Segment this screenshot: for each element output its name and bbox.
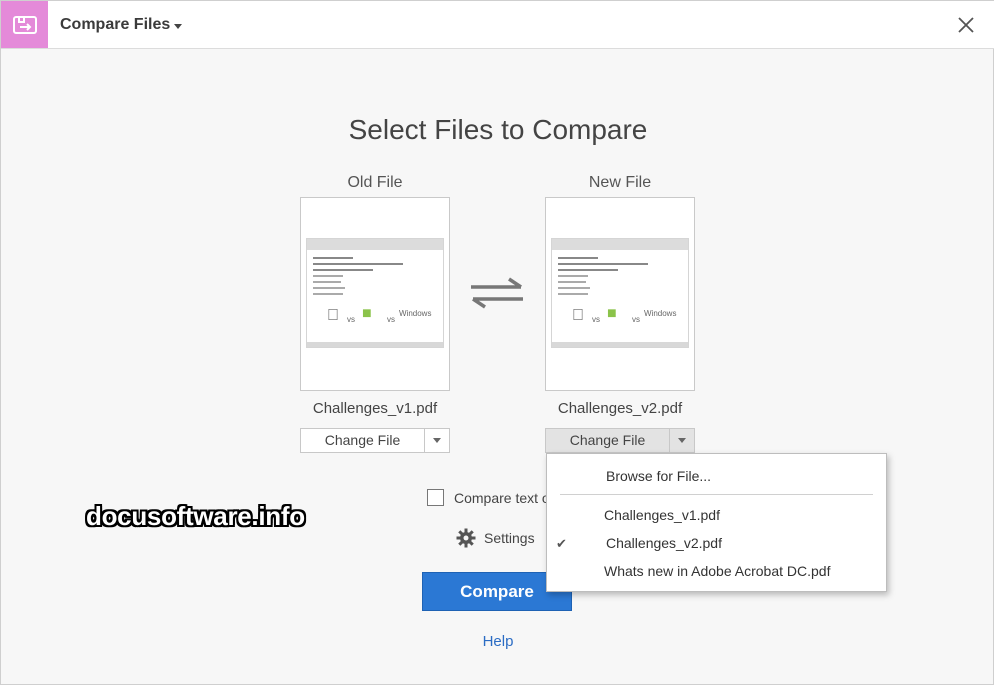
chevron-down-icon [174, 23, 183, 29]
menu-item-file[interactable]: Whats new in Adobe Acrobat DC.pdf [604, 563, 830, 579]
old-file-thumbnail[interactable]:  vs ■ vs Windows [300, 197, 450, 391]
gear-icon [456, 528, 476, 548]
settings-button[interactable]: Settings [456, 528, 535, 548]
title-dropdown[interactable]: Compare Files [60, 16, 183, 34]
old-file-label: Old File [347, 174, 403, 191]
titlebar: Compare Files [1, 1, 994, 49]
change-file-label: Change File [324, 432, 401, 448]
new-file-label: New File [588, 174, 652, 191]
swap-arrows-icon[interactable] [469, 277, 525, 314]
compare-text-checkbox[interactable] [427, 489, 444, 506]
change-file-label: Change File [569, 432, 646, 448]
compare-icon [1, 1, 48, 48]
slide-preview:  vs ■ vs Windows [551, 238, 689, 348]
old-change-file-button[interactable]: Change File [300, 428, 450, 453]
settings-label: Settings [484, 530, 535, 546]
compare-text-label: Compare text o [454, 490, 550, 506]
slide-preview:  vs ■ vs Windows [306, 238, 444, 348]
menu-divider [560, 494, 873, 495]
new-filename: Challenges_v2.pdf [557, 400, 683, 417]
window-title: Compare Files [60, 16, 171, 33]
close-icon[interactable] [956, 15, 976, 35]
menu-item-file[interactable]: Challenges_v2.pdf [606, 535, 722, 551]
chevron-down-icon[interactable] [669, 429, 694, 452]
chevron-down-icon[interactable] [424, 429, 449, 452]
watermark-text: docusoftware.info [86, 501, 305, 531]
help-link[interactable]: Help [1, 633, 994, 650]
compare-files-window: Compare Files Select Files to Compare Ol… [0, 0, 994, 685]
new-file-thumbnail[interactable]:  vs ■ vs Windows [545, 197, 695, 391]
menu-item-file[interactable]: Challenges_v1.pdf [604, 507, 720, 523]
page-title: Select Files to Compare [348, 114, 648, 145]
change-file-dropdown-menu: Browse for File... Challenges_v1.pdf ✔ C… [546, 453, 887, 592]
new-change-file-button[interactable]: Change File [545, 428, 695, 453]
menu-item-browse[interactable]: Browse for File... [606, 468, 711, 484]
checkmark-icon: ✔ [556, 536, 567, 551]
old-filename: Challenges_v1.pdf [312, 400, 438, 417]
